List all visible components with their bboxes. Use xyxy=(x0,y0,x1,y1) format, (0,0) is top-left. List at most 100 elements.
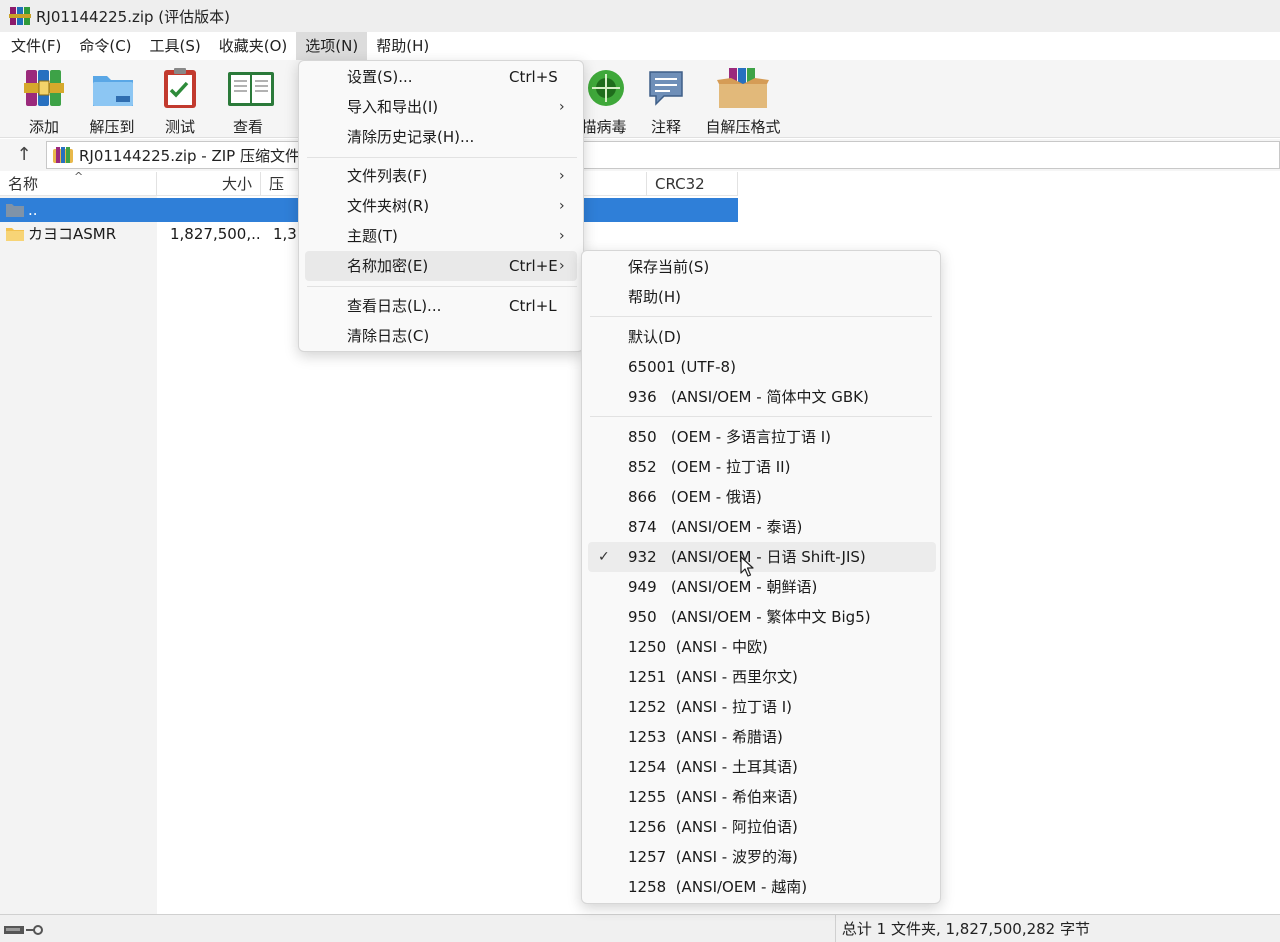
encoding-item-65001[interactable]: 65001 (UTF-8) xyxy=(588,352,936,382)
folder-icon xyxy=(6,224,24,241)
name-column-shade xyxy=(0,172,157,914)
save-current-label: 保存当前(S) xyxy=(628,258,710,276)
menu-item-clear-history[interactable]: 清除历史记录(H)... xyxy=(305,122,577,152)
extract-to-label: 解压到 xyxy=(89,118,135,136)
encoding-label: 866 (OEM - 俄语) xyxy=(628,488,762,506)
extract-to-button[interactable]: 解压到 xyxy=(82,66,142,137)
menu-options[interactable]: 选项(N) xyxy=(296,32,368,60)
encoding-item-874[interactable]: 874 (ANSI/OEM - 泰语) xyxy=(588,512,936,542)
menu-divider xyxy=(307,286,577,287)
file-list-label: 文件列表(F) xyxy=(347,167,428,185)
column-header-name[interactable]: 名称 ^ xyxy=(0,172,157,196)
menu-item-settings[interactable]: 设置(S)... Ctrl+S xyxy=(305,62,577,92)
encoding-item-852[interactable]: 852 (OEM - 拉丁语 II) xyxy=(588,452,936,482)
menu-divider xyxy=(590,416,932,417)
winrar-app-icon xyxy=(9,7,31,25)
view-log-shortcut: Ctrl+L xyxy=(509,297,557,315)
menu-bar: 文件(F) 命令(C) 工具(S) 收藏夹(O) 选项(N) 帮助(H) xyxy=(0,32,1280,60)
encoding-item-default[interactable]: 默认(D) xyxy=(588,322,936,352)
encoding-label: 1251 (ANSI - 西里尔文) xyxy=(628,668,798,686)
checkmark-icon: ✓ xyxy=(598,549,610,565)
sort-ascending-icon: ^ xyxy=(74,172,84,183)
test-button[interactable]: 测试 xyxy=(150,66,210,137)
options-dropdown-menu: 设置(S)... Ctrl+S 导入和导出(I) › 清除历史记录(H)... … xyxy=(298,60,584,352)
encoding-item-help[interactable]: 帮助(H) xyxy=(588,282,936,312)
view-label: 查看 xyxy=(232,118,263,136)
encoding-label: 850 (OEM - 多语言拉丁语 I) xyxy=(628,428,832,446)
encoding-item-1257[interactable]: 1257 (ANSI - 波罗的海) xyxy=(588,842,936,872)
menu-item-file-list[interactable]: 文件列表(F) › xyxy=(305,161,577,191)
encoding-item-1258[interactable]: 1258 (ANSI/OEM - 越南) xyxy=(588,872,936,902)
encoding-label: 949 (ANSI/OEM - 朝鲜语) xyxy=(628,578,818,596)
title-bar: RJ01144225.zip (评估版本) xyxy=(0,0,1280,32)
comment-icon xyxy=(644,66,688,110)
column-header-size[interactable]: 大小 xyxy=(157,172,261,196)
chevron-right-icon: › xyxy=(559,198,565,214)
chevron-right-icon: › xyxy=(559,228,565,244)
archive-icon xyxy=(53,147,73,163)
clipboard-check-icon xyxy=(158,66,202,110)
encoding-label: 1258 (ANSI/OEM - 越南) xyxy=(628,878,808,896)
encoding-label: 1256 (ANSI - 阿拉伯语) xyxy=(628,818,798,836)
encoding-label: 1250 (ANSI - 中欧) xyxy=(628,638,768,656)
toolbar: 添加 解压到 测试 查看 描病毒 注释 自解压格式 xyxy=(0,60,1280,138)
encoding-label: 1257 (ANSI - 波罗的海) xyxy=(628,848,798,866)
menu-item-folder-tree[interactable]: 文件夹树(R) › xyxy=(305,191,577,221)
encoding-item-866[interactable]: 866 (OEM - 俄语) xyxy=(588,482,936,512)
menu-commands[interactable]: 命令(C) xyxy=(70,32,140,60)
row-name-cell: .. xyxy=(0,198,157,222)
encoding-label: 936 (ANSI/OEM - 简体中文 GBK) xyxy=(628,388,869,406)
row-name-cell: カヨコASMR xyxy=(0,222,157,246)
encoding-item-1251[interactable]: 1251 (ANSI - 西里尔文) xyxy=(588,662,936,692)
clear-log-label: 清除日志(C) xyxy=(347,327,430,345)
encoding-item-1252[interactable]: 1252 (ANSI - 拉丁语 I) xyxy=(588,692,936,722)
archive-add-icon xyxy=(22,66,66,110)
settings-shortcut: Ctrl+S xyxy=(509,68,558,86)
column-name-label: 名称 xyxy=(8,175,39,193)
encoding-item-1254[interactable]: 1254 (ANSI - 土耳其语) xyxy=(588,752,936,782)
path-text: RJ01144225.zip - ZIP 压缩文件 xyxy=(79,146,300,165)
folder-extract-icon xyxy=(90,66,134,110)
encoding-item-1250[interactable]: 1250 (ANSI - 中欧) xyxy=(588,632,936,662)
sfx-label: 自解压格式 xyxy=(705,118,781,136)
menu-help[interactable]: 帮助(H) xyxy=(367,32,438,60)
encoding-item-1256[interactable]: 1256 (ANSI - 阿拉伯语) xyxy=(588,812,936,842)
parent-folder-icon xyxy=(6,200,24,217)
sfx-button[interactable]: 自解压格式 xyxy=(704,66,782,137)
encoding-item-936[interactable]: 936 (ANSI/OEM - 简体中文 GBK) xyxy=(588,382,936,412)
row-packed-cell: 1,37 xyxy=(273,225,301,243)
encoding-item-save-current[interactable]: 保存当前(S) xyxy=(588,252,936,282)
encoding-item-932[interactable]: ✓ 932 (ANSI/OEM - 日语 Shift-JIS) xyxy=(588,542,936,572)
add-button[interactable]: 添加 xyxy=(14,66,74,137)
column-packed-label: 压 xyxy=(269,175,285,193)
menu-item-import-export[interactable]: 导入和导出(I) › xyxy=(305,92,577,122)
menu-tools[interactable]: 工具(S) xyxy=(141,32,210,60)
menu-item-name-encoding[interactable]: 名称加密(E) Ctrl+E › xyxy=(305,251,577,281)
menu-item-view-log[interactable]: 查看日志(L)... Ctrl+L xyxy=(305,291,577,321)
name-encoding-submenu: 保存当前(S) 帮助(H) 默认(D) 65001 (UTF-8) 936 (A… xyxy=(581,250,941,904)
comment-button[interactable]: 注释 xyxy=(636,66,696,137)
menu-item-themes[interactable]: 主题(T) › xyxy=(305,221,577,251)
status-bar: 总计 1 文件夹, 1,827,500,282 字节 xyxy=(0,914,1280,942)
up-arrow-icon[interactable]: ↑ xyxy=(12,143,36,167)
book-view-icon xyxy=(226,66,274,110)
menu-item-clear-log[interactable]: 清除日志(C) xyxy=(305,321,577,351)
menu-favorites[interactable]: 收藏夹(O) xyxy=(210,32,297,60)
encoding-item-1253[interactable]: 1253 (ANSI - 希腊语) xyxy=(588,722,936,752)
encoding-label: 1254 (ANSI - 土耳其语) xyxy=(628,758,798,776)
menu-file[interactable]: 文件(F) xyxy=(2,32,70,60)
test-label: 测试 xyxy=(164,118,195,136)
row-name-text: カヨコASMR xyxy=(28,225,117,243)
encoding-item-1255[interactable]: 1255 (ANSI - 希伯来语) xyxy=(588,782,936,812)
column-header-crc32[interactable]: CRC32 xyxy=(647,172,738,196)
encoding-label: 1252 (ANSI - 拉丁语 I) xyxy=(628,698,792,716)
encoding-item-850[interactable]: 850 (OEM - 多语言拉丁语 I) xyxy=(588,422,936,452)
encoding-item-949[interactable]: 949 (ANSI/OEM - 朝鲜语) xyxy=(588,572,936,602)
encoding-item-950[interactable]: 950 (ANSI/OEM - 繁体中文 Big5) xyxy=(588,602,936,632)
encoding-label: 852 (OEM - 拉丁语 II) xyxy=(628,458,791,476)
view-button[interactable]: 查看 xyxy=(218,66,278,137)
chevron-right-icon: › xyxy=(559,168,565,184)
path-field[interactable]: RJ01144225.zip - ZIP 压缩文件 xyxy=(46,141,1280,169)
name-encoding-label: 名称加密(E) xyxy=(347,257,429,275)
row-size-cell: 1,827,500,... xyxy=(170,225,261,243)
